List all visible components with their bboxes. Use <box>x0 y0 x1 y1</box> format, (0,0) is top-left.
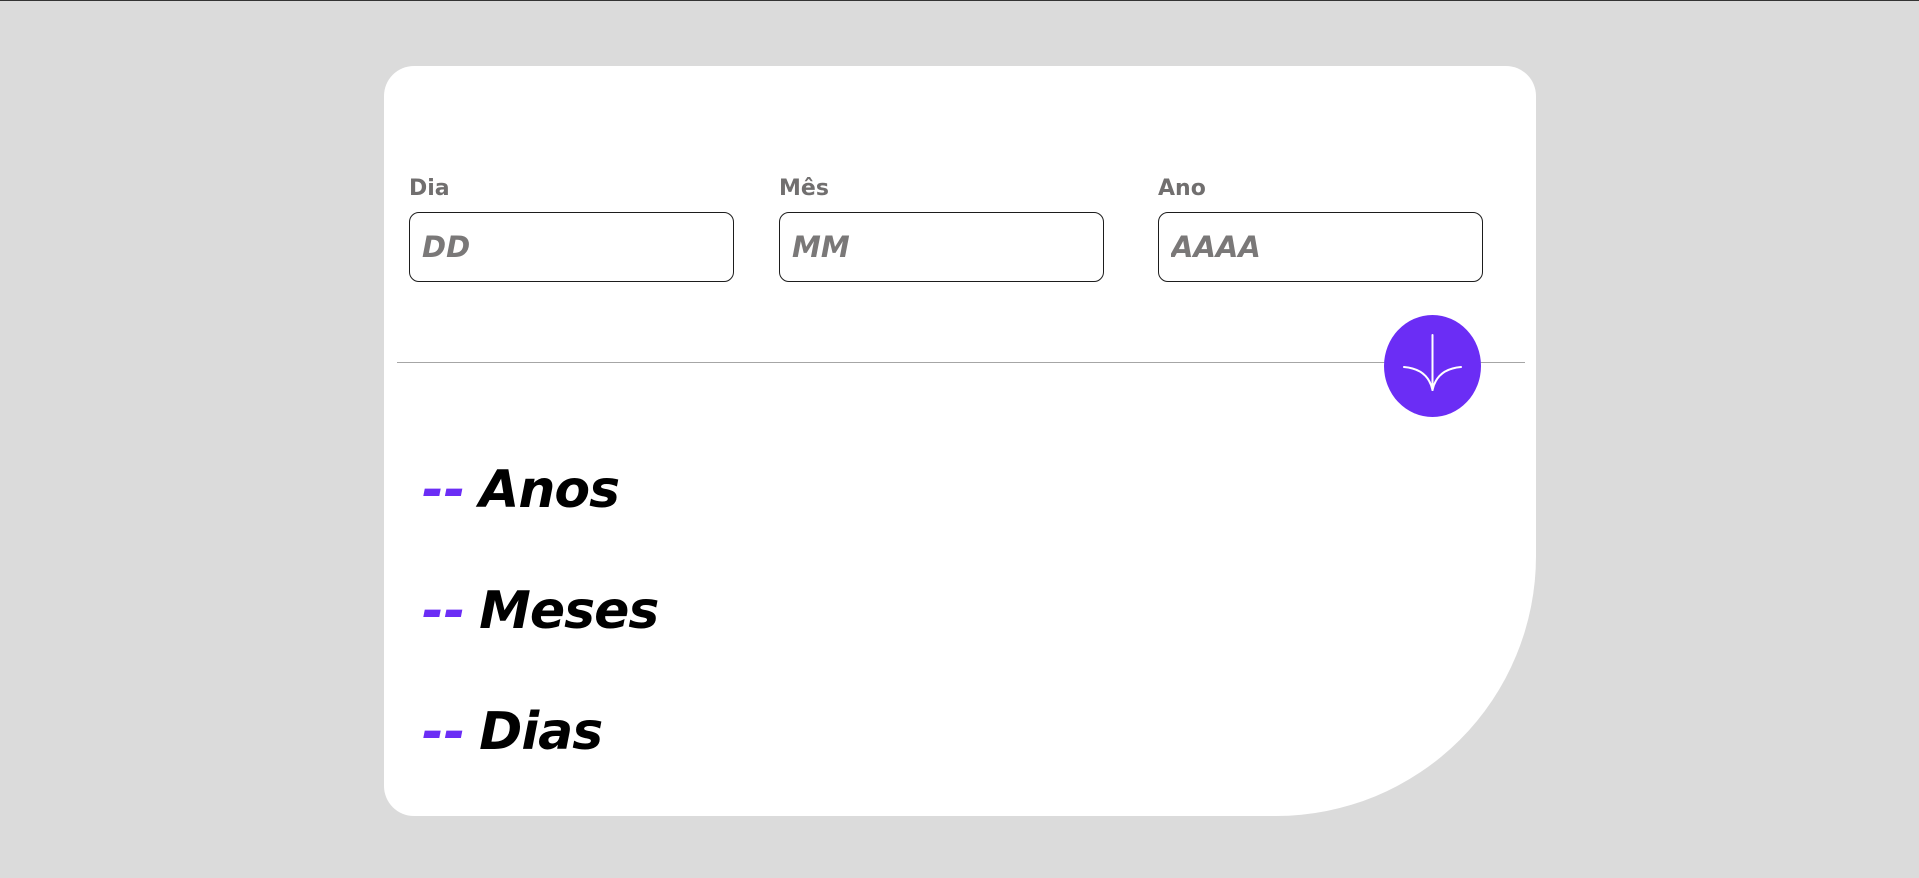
years-value: -- <box>422 460 466 520</box>
month-label: Mês <box>779 176 829 201</box>
year-input[interactable] <box>1158 212 1483 282</box>
years-unit: Anos <box>479 460 620 520</box>
year-field: Ano <box>1158 174 1483 282</box>
month-input[interactable] <box>779 212 1104 282</box>
days-unit: Dias <box>479 702 603 762</box>
months-result: -- Meses <box>422 571 659 651</box>
month-field: Mês <box>779 174 1104 282</box>
age-calculator-card: Dia Mês Ano --Anos --Meses --Dias <box>384 66 1536 816</box>
days-value: -- <box>422 702 466 762</box>
divider <box>397 362 1525 363</box>
arrow-down-icon <box>1403 334 1462 391</box>
day-input[interactable] <box>409 212 734 282</box>
months-value: -- <box>422 581 466 641</box>
year-label: Ano <box>1158 176 1206 201</box>
days-result: -- Dias <box>422 692 603 772</box>
day-label: Dia <box>409 176 450 201</box>
day-field: Dia <box>409 174 734 282</box>
months-unit: Meses <box>479 581 659 641</box>
submit-button[interactable] <box>1384 315 1481 417</box>
years-result: -- Anos <box>422 450 620 530</box>
